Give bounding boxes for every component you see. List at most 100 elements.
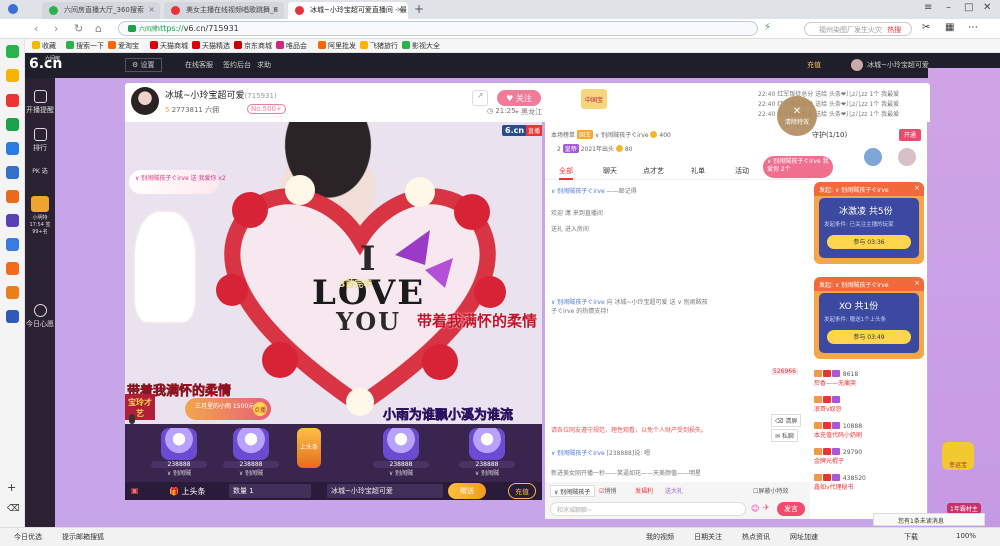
tab-chat[interactable]: 聊天 <box>603 166 617 176</box>
send-message-button[interactable]: 发言 <box>777 502 805 516</box>
bookmark-item[interactable]: 飞猪旅行 <box>360 41 398 51</box>
sidebar-doc-icon[interactable] <box>6 166 19 179</box>
bookmark-item[interactable]: 爱淘宝 <box>108 41 139 51</box>
nav-sign-backend[interactable]: 签约后台 <box>223 60 251 70</box>
song-request-chip[interactable]: 三月里的小雨 1500元/首 点播 <box>185 398 271 420</box>
tab-talent[interactable]: 点才艺 <box>643 166 664 176</box>
tab-gifts[interactable]: 礼单 <box>691 166 705 176</box>
url-input[interactable]: 六间房 https://v6.cn/715931 <box>118 21 758 36</box>
status-follow[interactable]: 日期关注 <box>694 532 722 542</box>
browser-tab-2[interactable]: 美女主播在线视频唱歌跳舞_6 × <box>164 2 284 19</box>
toplist-button[interactable]: 上头条 <box>297 428 321 468</box>
user-name[interactable]: 冰城~小玲宝超可爱 <box>867 60 929 70</box>
gift-item[interactable]: 238888 ∨ 别闹贼 <box>459 428 515 480</box>
nav-live-reminder[interactable]: 开播提醒 <box>25 90 55 115</box>
browser-tab-3[interactable]: 冰城~小玲宝超可爱直播间 - 最 × <box>288 2 408 19</box>
search-input[interactable]: 福州染图厂发生火灾 热搜 <box>804 22 912 36</box>
close-effects-button[interactable]: ✕ 清除特效 <box>777 96 817 136</box>
gift-target-select[interactable]: 冰城~小玲宝超可爱 <box>327 484 443 498</box>
gift-box-icon[interactable]: ▣ <box>131 486 139 495</box>
scissors-icon[interactable]: ✂ <box>922 22 930 33</box>
gift-item[interactable]: 238888 ∨ 别闹贼 <box>151 428 207 480</box>
grid-icon[interactable]: ▦ <box>945 22 954 33</box>
message-tip[interactable]: 您有1条未读消息 <box>873 513 985 526</box>
sidebar-game-icon[interactable] <box>6 286 19 299</box>
emoji-icon[interactable]: ☺ <box>751 504 759 513</box>
status-mail-tip[interactable]: 提示邮箱搜狐 <box>62 532 104 542</box>
sidebar-trash-icon[interactable]: ⌫ <box>7 504 20 514</box>
more-icon[interactable]: ⋯ <box>968 22 978 33</box>
close-window-icon[interactable]: ✕ <box>983 2 991 13</box>
tab-close-icon[interactable]: × <box>148 5 155 14</box>
fan-row[interactable]: 浪哥v奴怨 <box>814 396 842 413</box>
big-gift-button[interactable]: 送大礼 <box>665 486 683 495</box>
guard-avatar[interactable] <box>864 148 882 166</box>
tab-all[interactable]: 全部 <box>559 166 573 180</box>
sidebar-mail-icon[interactable] <box>6 118 19 131</box>
forward-icon[interactable]: › <box>54 22 58 35</box>
bookmark-item[interactable]: 京东商城 <box>234 41 272 51</box>
bookmark-item[interactable]: 阿里批发 <box>318 41 356 51</box>
nav-pk[interactable]: PK 选 <box>25 166 55 175</box>
lucky-treasure-button[interactable]: 幸运宝 <box>942 442 974 470</box>
guard-avatar[interactable] <box>898 148 916 166</box>
status-zoom[interactable]: 100% <box>956 532 976 540</box>
gift-item[interactable]: 238888 ∨ 别闹贼 <box>223 428 279 480</box>
status-my-video[interactable]: 我的视频 <box>646 532 674 542</box>
minimize-icon[interactable]: – <box>946 2 951 13</box>
status-speedup[interactable]: 网址加速 <box>790 532 818 542</box>
private-chat-button[interactable]: ✉ 私聊 <box>771 429 798 442</box>
whisper-checkbox[interactable]: ☑悄悄 <box>599 486 616 495</box>
open-guard-button[interactable]: 开通 <box>899 129 921 141</box>
send-gift-button[interactable]: 赠送 <box>448 483 486 499</box>
quantity-select[interactable]: 数量 1 <box>229 484 311 498</box>
headline-button[interactable]: 🎁 上头条 <box>169 486 206 497</box>
msg-user[interactable]: ∨ 别闹贼孩子ぐirve <box>551 188 605 195</box>
rocket-icon[interactable]: ✈ <box>763 503 770 512</box>
bookmark-item[interactable]: 影视大全 <box>402 41 440 51</box>
join-button[interactable]: 参与 03:36 <box>827 235 911 249</box>
nav-online-service[interactable]: 在线客服 <box>185 60 213 70</box>
msg-user[interactable]: 526966 <box>771 368 798 375</box>
new-tab-button[interactable]: + <box>414 2 424 16</box>
follow-button[interactable]: ♥ 关注 <box>497 90 541 106</box>
sidebar-game-icon[interactable] <box>6 310 19 323</box>
sidebar-add-icon[interactable]: + <box>7 481 16 494</box>
settings-link[interactable]: ⚙ 设置 <box>125 58 162 72</box>
fan-row[interactable]: 29790 金牌光棍子 <box>814 448 862 465</box>
nav-ranking[interactable]: 排行 <box>25 128 55 153</box>
lightning-icon[interactable]: ⚡ <box>764 22 771 33</box>
whisper-target-select[interactable]: ∨ 别闹贼孩子 <box>550 485 595 497</box>
back-icon[interactable]: ‹ <box>34 22 38 35</box>
clear-screen-button[interactable]: ⌫ 清屏 <box>771 414 802 427</box>
chat-input[interactable]: 和冰城聊聊~ <box>550 502 746 516</box>
rank-row[interactable]: 2 皇帝 2021年出头 80 <box>557 144 632 153</box>
msg-user[interactable]: ∨ 别闹贼孩子ぐirve <box>551 299 605 306</box>
nav-help[interactable]: 求助 <box>257 60 271 70</box>
bookmark-item[interactable]: 收藏 <box>32 41 56 51</box>
menu-icon[interactable]: ≡ <box>924 2 932 13</box>
bookmark-item[interactable]: 唯品会 <box>276 41 307 51</box>
bookmark-item[interactable]: 搜索一下 <box>66 41 104 51</box>
bookmark-item[interactable]: 天猫商城 <box>150 41 188 51</box>
close-icon[interactable]: × <box>914 184 920 192</box>
gift-item[interactable]: 238888 ∨ 别闹贼 <box>373 428 429 480</box>
sidebar-game-icon[interactable] <box>6 190 19 203</box>
browser-tab-1[interactable]: 六间房直播大厅_360搜索 × <box>42 2 160 19</box>
msg-user[interactable]: ∨ 别闹贼孩子ぐirve <box>551 450 605 457</box>
refresh-icon[interactable]: ↻ <box>74 22 83 35</box>
fan-row[interactable]: 438520 鑫如v代理秘书 <box>814 474 866 491</box>
home-icon[interactable]: ⌂ <box>95 22 102 35</box>
maximize-icon[interactable]: □ <box>964 2 973 13</box>
share-button[interactable]: ↗ <box>472 90 488 106</box>
anchor-avatar[interactable] <box>131 87 159 115</box>
live-video[interactable]: I LOVE YOU 3首完毕 带着我满怀的柔情 ∨ 别闹贼孩子ぐirve 送 … <box>125 122 542 424</box>
bookmark-item[interactable]: 天猫精选 <box>192 41 230 51</box>
recharge-link[interactable]: 充值 <box>807 60 821 70</box>
tab-close-icon[interactable]: × <box>272 5 279 14</box>
user-avatar[interactable] <box>851 59 863 71</box>
sidebar-p-icon[interactable] <box>6 142 19 155</box>
microphone-icon[interactable] <box>129 414 135 424</box>
fan-row[interactable]: 8618 菸香——无痛哭 <box>814 370 858 387</box>
site-logo[interactable]: 6.cn 六间房 <box>29 56 62 72</box>
